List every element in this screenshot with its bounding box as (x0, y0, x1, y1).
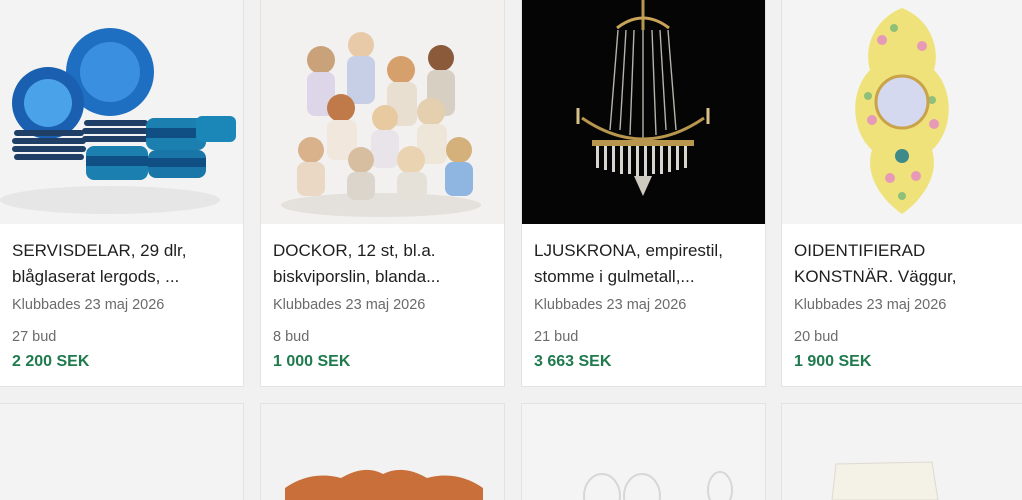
listing-date: Klubbades 23 maj 2026 (534, 297, 687, 313)
listing-image-dolls[interactable] (261, 0, 504, 224)
listing-price: 1 900 SEK (794, 353, 872, 370)
listing-price: 1 000 SEK (273, 353, 351, 370)
listing-image-wall-clock[interactable] (782, 0, 1022, 224)
listing-title[interactable]: SERVISDELAR, 29 dlr, blåglaserat lergods… (12, 238, 235, 290)
listing-card[interactable]: DOCKOR, 12 st, bl.a. biskviporslin, blan… (261, 0, 504, 386)
listing-title-line: biskviporslin, blanda... (273, 267, 441, 286)
listing-image-chandelier[interactable] (522, 0, 765, 224)
listing-title-line: DOCKOR, 12 st, bl.a. (273, 241, 436, 260)
listing-date: Klubbades 23 maj 2026 (794, 297, 947, 313)
listing-card[interactable] (0, 404, 243, 500)
listing-date: Klubbades 23 maj 2026 (273, 297, 426, 313)
listing-date: Klubbades 23 maj 2026 (12, 297, 165, 313)
listing-title-line: blåglaserat lergods, ... (12, 267, 180, 286)
listing-title-line: KONSTNÄR. Väggur, (794, 267, 957, 286)
listing-image[interactable] (522, 404, 765, 500)
listing-card[interactable] (782, 404, 1022, 500)
listing-card[interactable]: SERVISDELAR, 29 dlr, blåglaserat lergods… (0, 0, 243, 386)
listing-image[interactable] (0, 404, 243, 500)
listing-title[interactable]: DOCKOR, 12 st, bl.a. biskviporslin, blan… (273, 238, 496, 290)
listing-card[interactable]: OIDENTIFIERAD KONSTNÄR. Väggur, Klubbade… (782, 0, 1022, 386)
listing-title-line: SERVISDELAR, 29 dlr, (12, 241, 187, 260)
listing-price: 3 663 SEK (534, 353, 612, 370)
listing-card[interactable] (261, 404, 504, 500)
listing-info: SERVISDELAR, 29 dlr, blåglaserat lergods… (12, 238, 235, 372)
listing-image[interactable] (782, 404, 1022, 500)
listing-title-line: OIDENTIFIERAD (794, 241, 926, 260)
listing-title[interactable]: LJUSKRONA, empirestil, stomme i gulmetal… (534, 238, 757, 290)
listing-title-line: LJUSKRONA, empirestil, (534, 241, 723, 260)
listing-bids: 20 bud (794, 329, 839, 345)
listing-bids: 27 bud (12, 329, 57, 345)
listing-price: 2 200 SEK (12, 353, 90, 370)
listing-card[interactable] (522, 404, 765, 500)
listing-title-line: stomme i gulmetall,... (534, 267, 695, 286)
listing-card[interactable]: LJUSKRONA, empirestil, stomme i gulmetal… (522, 0, 765, 386)
listing-image-tableware[interactable] (0, 0, 243, 224)
listing-info: LJUSKRONA, empirestil, stomme i gulmetal… (534, 238, 757, 372)
listing-image[interactable] (261, 404, 504, 500)
listing-bids: 8 bud (273, 329, 310, 345)
listing-info: DOCKOR, 12 st, bl.a. biskviporslin, blan… (273, 238, 496, 372)
listing-bids: 21 bud (534, 329, 579, 345)
listing-grid: SERVISDELAR, 29 dlr, blåglaserat lergods… (0, 0, 1022, 500)
listing-title[interactable]: OIDENTIFIERAD KONSTNÄR. Väggur, (794, 238, 1014, 290)
listing-info: OIDENTIFIERAD KONSTNÄR. Väggur, Klubbade… (794, 238, 1014, 372)
